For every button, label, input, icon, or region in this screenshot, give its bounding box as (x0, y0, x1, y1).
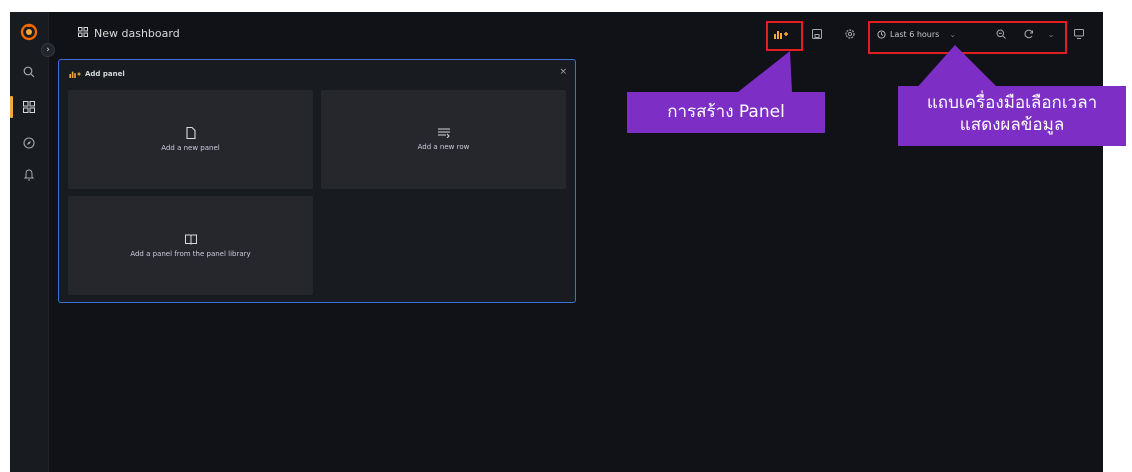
callout-arrow-create-panel (738, 51, 792, 92)
callout-create-panel: การสร้าง Panel (627, 92, 825, 133)
callout-time-toolbar-line2: แสดงผลข้อมูล (959, 115, 1065, 135)
callout-time-toolbar-line1: แถบเครื่องมือเลือกเวลา (926, 93, 1098, 113)
callout-time-toolbar: แถบเครื่องมือเลือกเวลา แสดงผลข้อมูล (898, 86, 1126, 146)
callout-arrows (738, 45, 1010, 100)
